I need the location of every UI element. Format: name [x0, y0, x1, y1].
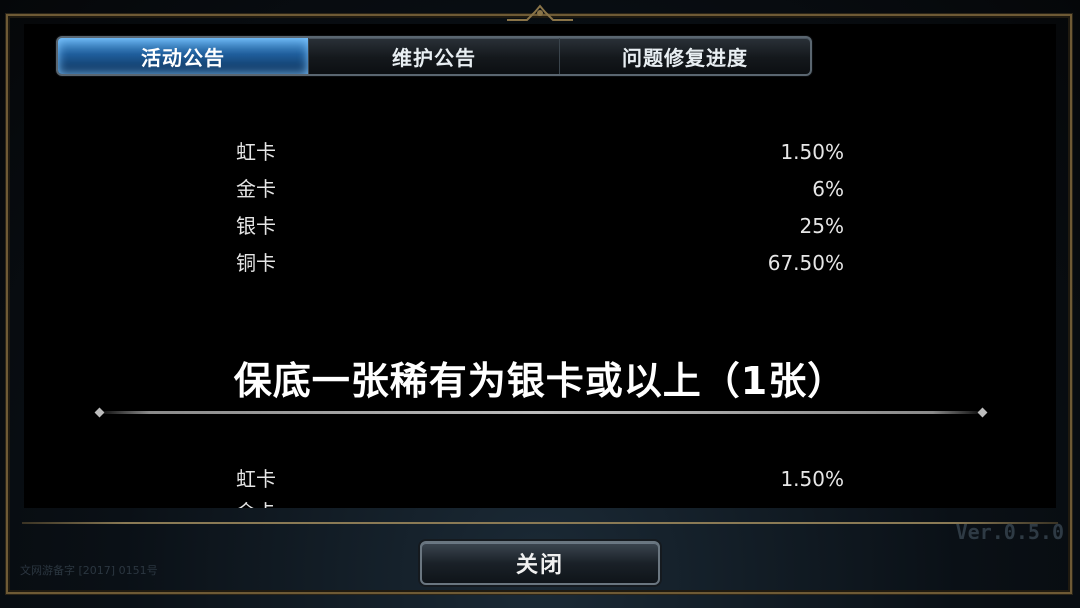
rate-value: 6%: [812, 177, 844, 201]
guarantee-headline: 保底一张稀有为银卡或以上（1张）: [233, 359, 847, 403]
close-button[interactable]: 关闭: [420, 541, 660, 585]
rate-row-bronze: 铜卡 67.50%: [236, 245, 844, 282]
rate-name: 金卡: [236, 177, 276, 201]
rate-name: 虹卡: [236, 140, 276, 164]
rate-name: 银卡: [236, 214, 276, 238]
rate-row-rainbow: 虹卡 1.50%: [236, 134, 844, 171]
section-divider: [96, 411, 986, 414]
rate-row-silver: 银卡 25%: [236, 208, 844, 245]
rate-row-gold: 金卡 6%: [236, 171, 844, 208]
rate-name: 虹卡: [236, 467, 276, 491]
rate-row-partial: 金卡: [236, 500, 276, 508]
rate-row-rainbow: 虹卡 1.50%: [236, 461, 844, 498]
frame-ornament-icon: [507, 4, 573, 21]
license-text: 文网游备字 [2017] 0151号: [20, 564, 158, 577]
version-label: Ver.0.5.0: [955, 520, 1064, 544]
rate-name: 铜卡: [236, 251, 276, 275]
rate-value: 25%: [799, 214, 844, 238]
tab-bug-fix-progress[interactable]: 问题修复进度: [560, 38, 810, 74]
rate-list-bottom: 虹卡 1.50%: [236, 461, 844, 498]
rate-value: 67.50%: [767, 251, 844, 275]
tab-maintenance-announcement[interactable]: 维护公告: [309, 38, 560, 74]
rate-list-top: 虹卡 1.50% 金卡 6% 银卡 25% 铜卡 67.50%: [236, 134, 844, 282]
tab-event-announcement[interactable]: 活动公告: [58, 38, 309, 74]
rate-value: 1.50%: [780, 140, 844, 164]
announcement-tabs: 活动公告 维护公告 问题修复进度: [56, 36, 812, 76]
bottom-divider: [22, 522, 1058, 524]
rate-value: 1.50%: [780, 467, 844, 491]
announcement-screen: 活动公告 维护公告 问题修复进度 虹卡 1.50% 金卡 6% 银卡 25% 铜…: [0, 0, 1080, 608]
